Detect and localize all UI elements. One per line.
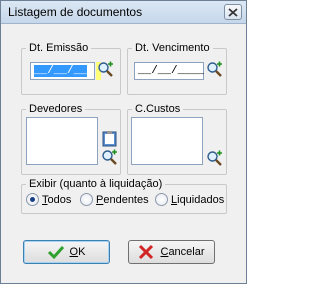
vencimento-label: Dt. Vencimento [132, 42, 213, 55]
title-bar: Listagem de documentos [1, 1, 246, 24]
radio-pendentes-circle[interactable] [80, 193, 93, 206]
close-icon [228, 7, 238, 17]
radio-todos-label: Todos [42, 193, 72, 206]
devedores-listbox[interactable] [26, 117, 98, 165]
emissao-group: Dt. Emissão __/__/__ [21, 42, 121, 95]
devedores-search-icon[interactable] [101, 149, 118, 166]
emissao-search-icon[interactable] [97, 61, 114, 78]
emissao-date-input[interactable]: __/__/__ [30, 62, 101, 80]
emissao-date-value: __/__/__ [34, 65, 87, 77]
custos-search-icon[interactable] [206, 150, 223, 167]
dialog-window: Listagem de documentos Dt. Emissão __/__… [0, 0, 247, 284]
radio-todos[interactable]: Todos [26, 193, 71, 206]
radio-liquidados-label: Liquidados [171, 193, 225, 206]
custos-listbox[interactable] [131, 117, 203, 165]
cancel-button[interactable]: Cancelar [128, 240, 215, 264]
vencimento-date-input[interactable]: __/__/____ [134, 62, 204, 80]
radio-pendentes-label: Pendentes [96, 193, 149, 206]
cancel-icon [139, 244, 154, 260]
custos-label: C.Custos [132, 103, 184, 116]
window-title: Listagem de documentos [8, 5, 143, 19]
vencimento-group: Dt. Vencimento __/__/____ [127, 42, 227, 95]
radio-pendentes[interactable]: Pendentes [80, 193, 149, 206]
exibir-label: Exibir (quanto à liquidação) [26, 178, 166, 191]
radio-todos-circle[interactable] [26, 193, 39, 206]
emissao-label: Dt. Emissão [26, 42, 92, 55]
check-icon [47, 245, 64, 260]
devedores-label: Devedores [26, 103, 86, 116]
clipboard-icon[interactable] [101, 130, 118, 147]
close-button[interactable] [224, 4, 242, 20]
vencimento-date-value: __/__/____ [138, 65, 205, 77]
ok-label: OK [69, 246, 86, 258]
vencimento-search-icon[interactable] [206, 61, 223, 78]
custos-group: C.Custos [127, 103, 227, 175]
cancel-label: Cancelar [160, 246, 205, 258]
radio-liquidados[interactable]: Liquidados [155, 193, 224, 206]
exibir-group: Exibir (quanto à liquidação) Todos Pende… [21, 178, 227, 214]
devedores-group: Devedores [21, 103, 121, 175]
radio-liquidados-circle[interactable] [155, 193, 168, 206]
ok-button[interactable]: OK [23, 240, 110, 264]
